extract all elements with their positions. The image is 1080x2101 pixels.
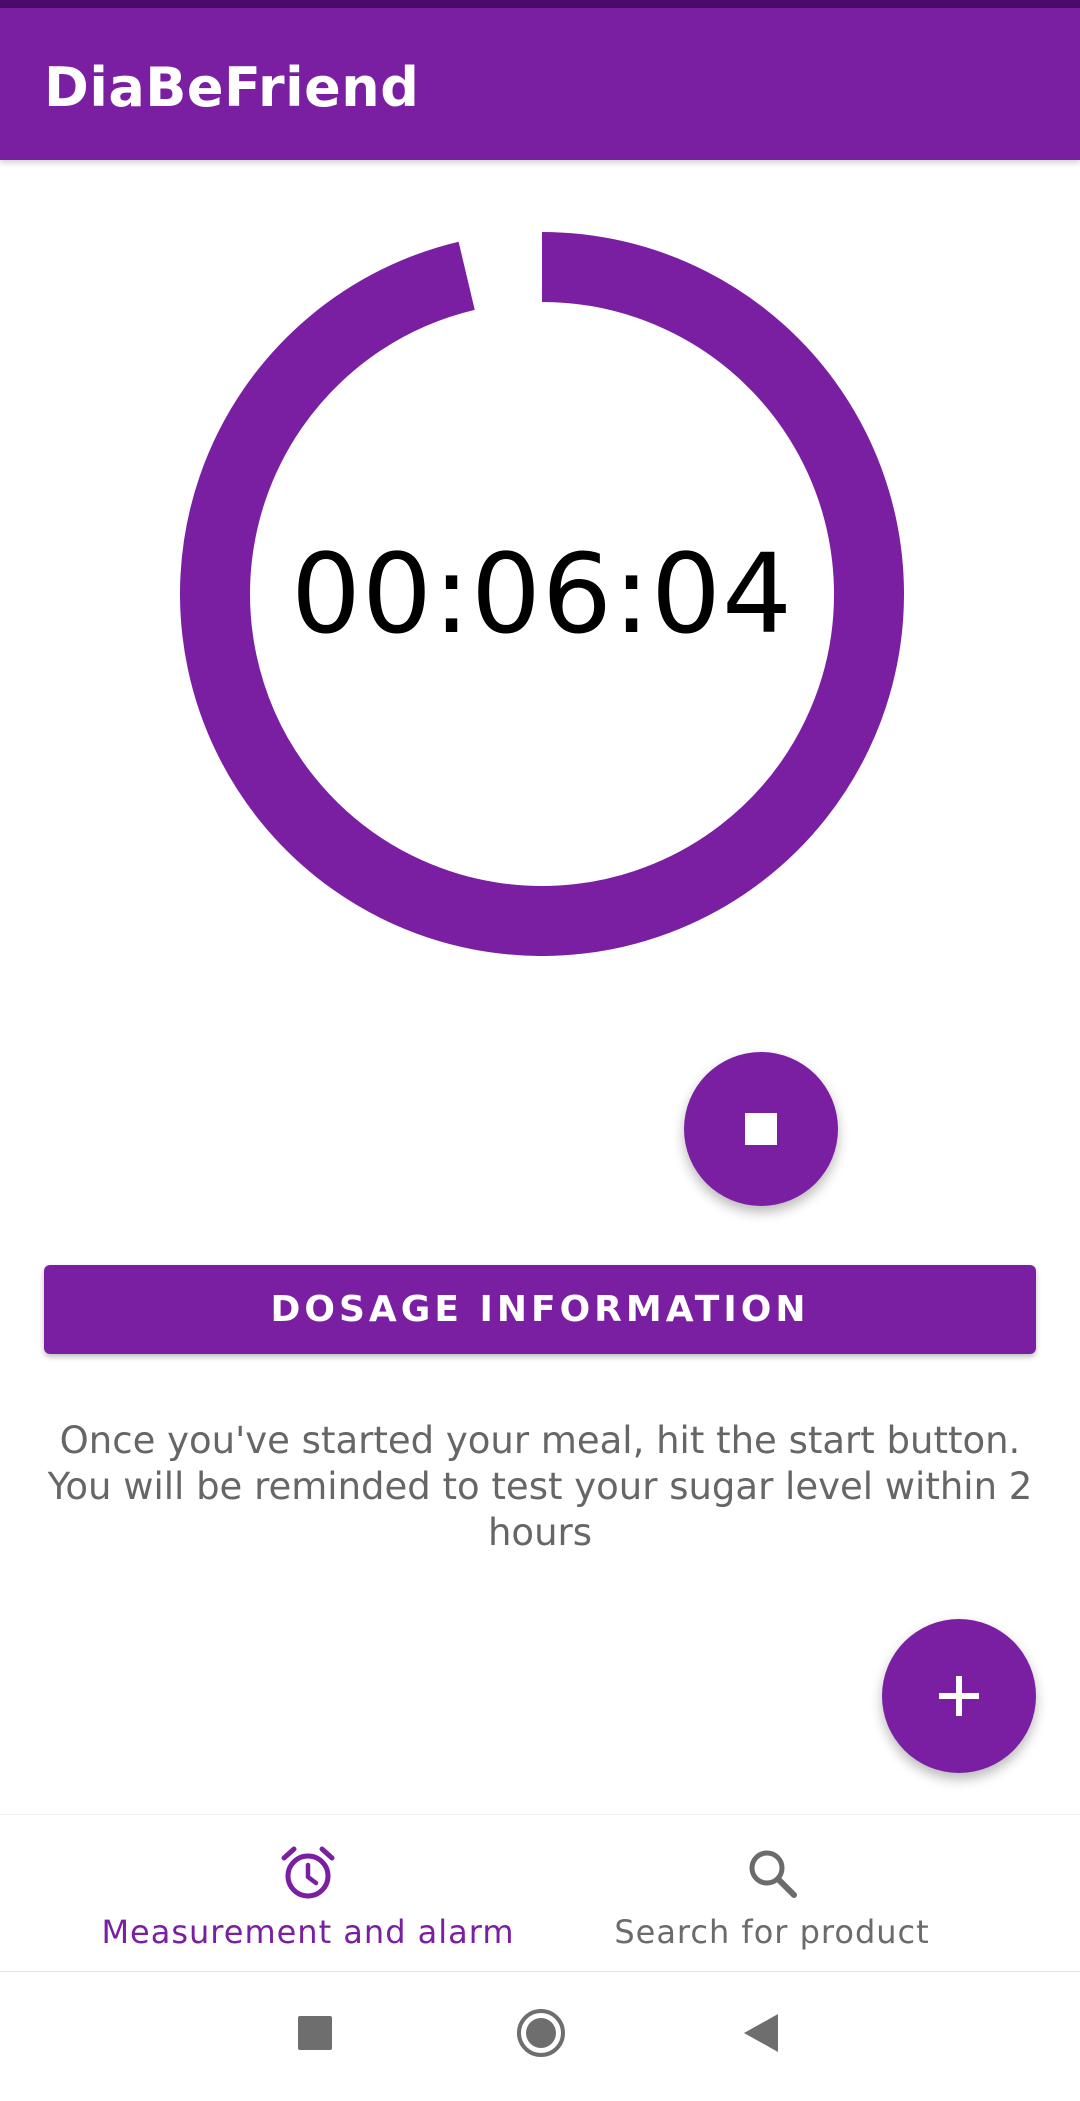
add-button[interactable]	[882, 1619, 1036, 1773]
app-title: DiaBeFriend	[44, 56, 420, 119]
nav-label-search-for-product: Search for product	[614, 1913, 930, 1951]
home-icon[interactable]	[514, 2006, 568, 2060]
plus-icon	[939, 1676, 979, 1716]
dosage-information-button[interactable]: DOSAGE INFORMATION	[44, 1265, 1036, 1354]
nav-label-measurement-and-alarm: Measurement and alarm	[101, 1913, 515, 1951]
stop-icon	[745, 1113, 777, 1145]
search-icon	[749, 1850, 797, 1898]
nav-item-search-for-product[interactable]: Search for product	[560, 1815, 984, 1971]
stop-button[interactable]	[684, 1052, 838, 1206]
timer-progress-ring: 00:06:04	[180, 232, 904, 956]
app-bar: DiaBeFriend	[0, 8, 1080, 160]
timer-display: 00:06:04	[290, 530, 794, 658]
system-navigation-bar	[0, 1972, 1080, 2101]
back-icon[interactable]	[742, 2012, 780, 2054]
instructions-text: Once you've started your meal, hit the s…	[47, 1419, 1033, 1554]
bottom-navigation: Measurement and alarm Search for product	[0, 1814, 1080, 1972]
status-bar	[0, 0, 1080, 8]
nav-item-measurement-and-alarm[interactable]: Measurement and alarm	[80, 1815, 536, 1971]
recent-apps-icon[interactable]	[298, 2016, 332, 2050]
alarm-clock-icon	[281, 1846, 335, 1899]
